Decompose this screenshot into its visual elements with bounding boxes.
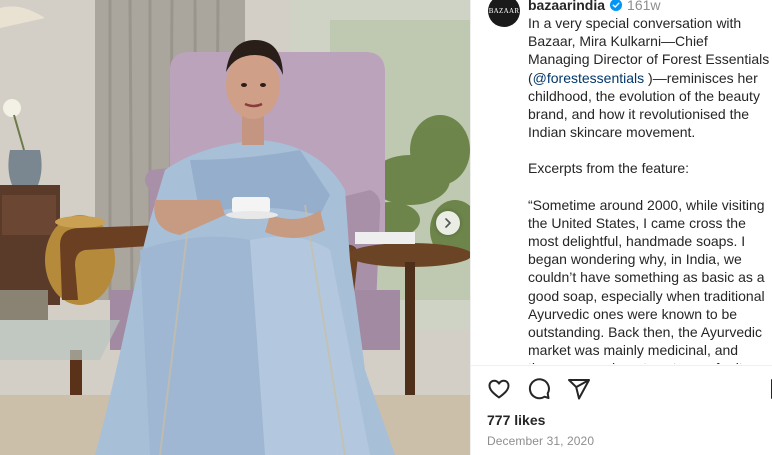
- heart-icon: [488, 379, 510, 399]
- caption-excerpts-heading: Excerpts from the feature:: [528, 160, 690, 177]
- comment-icon: [528, 378, 550, 400]
- avatar-label: BAZAAR: [488, 7, 520, 15]
- post-date: December 31, 2020: [487, 434, 595, 448]
- post-caption: bazaarindia 161w In a very special conve…: [528, 0, 772, 364]
- section-divider: [471, 365, 772, 366]
- like-button[interactable]: [487, 377, 511, 401]
- save-button[interactable]: [767, 377, 772, 401]
- mention-link[interactable]: @forestessentials: [533, 70, 644, 86]
- caption-quote: “Sometime around 2000, while visiting th…: [528, 196, 765, 364]
- caption-intro: In a very special conversation with Baza…: [528, 14, 772, 141]
- like-count[interactable]: 777 likes: [487, 412, 545, 428]
- bookmark-icon: [771, 379, 772, 399]
- verified-badge-icon: [610, 0, 623, 11]
- next-photo-button[interactable]: [436, 211, 460, 235]
- post-actions: [487, 377, 591, 401]
- share-button[interactable]: [567, 377, 591, 401]
- post-photo: [0, 0, 470, 455]
- comment-button[interactable]: [527, 377, 551, 401]
- post-sidebar: BAZAAR bazaarindia 161w In a very specia…: [470, 0, 772, 455]
- caption-header: bazaarindia 161w: [528, 0, 772, 14]
- photo-illustration: [0, 0, 470, 455]
- paper-plane-icon: [568, 379, 590, 400]
- avatar[interactable]: BAZAAR: [488, 0, 520, 27]
- username-link[interactable]: bazaarindia: [528, 0, 605, 14]
- chevron-right-icon: [445, 218, 451, 228]
- post-time-ago[interactable]: 161w: [627, 0, 660, 14]
